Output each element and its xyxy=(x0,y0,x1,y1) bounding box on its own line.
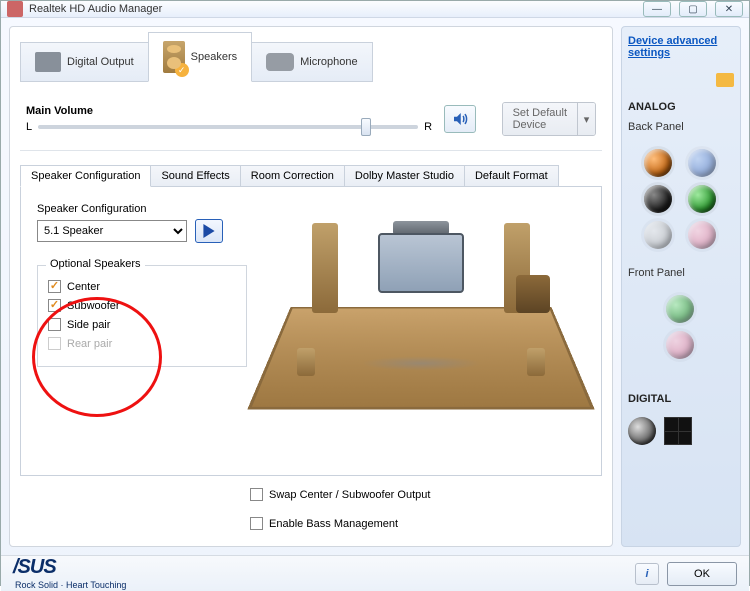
checkbox[interactable] xyxy=(48,299,61,312)
under-illustration-checks: Swap Center / Subwoofer Output Enable Ba… xyxy=(250,482,602,536)
window-body: Digital Output ✓ Speakers Microphone Mai… xyxy=(1,18,749,555)
check-label: Enable Bass Management xyxy=(269,518,398,530)
subtab-room-correction[interactable]: Room Correction xyxy=(240,165,345,187)
check-label: Side pair xyxy=(67,319,110,331)
jack-side[interactable] xyxy=(644,221,672,249)
back-panel-jacks xyxy=(628,149,734,249)
check-label: Center xyxy=(67,281,100,293)
play-icon xyxy=(202,224,216,238)
check-label: Swap Center / Subwoofer Output xyxy=(269,489,430,501)
check-bass-management[interactable]: Enable Bass Management xyxy=(250,517,602,530)
jack-front-mic[interactable] xyxy=(666,331,694,359)
front-left-speaker-icon[interactable] xyxy=(312,223,338,313)
info-button[interactable]: i xyxy=(635,563,659,585)
minimize-button[interactable]: — xyxy=(643,1,671,17)
set-default-label: Set Default Device xyxy=(503,103,577,135)
window-title: Realtek HD Audio Manager xyxy=(29,3,162,15)
jack-front-hp[interactable] xyxy=(666,295,694,323)
tab-speakers[interactable]: ✓ Speakers xyxy=(148,32,252,82)
speaker-layout-illustration xyxy=(257,203,585,459)
test-play-button[interactable] xyxy=(195,219,223,243)
jack-rear[interactable] xyxy=(644,185,672,213)
close-button[interactable]: ✕ xyxy=(715,1,743,17)
check-swap-center-sub[interactable]: Swap Center / Subwoofer Output xyxy=(250,488,602,501)
folder-icon[interactable] xyxy=(716,73,734,87)
checkbox[interactable] xyxy=(250,488,263,501)
front-panel-label: Front Panel xyxy=(628,267,734,279)
jack-center-sub[interactable] xyxy=(644,149,672,177)
R-label: R xyxy=(424,121,432,133)
asus-tagline: Rock Solid · Heart Touching xyxy=(15,580,126,590)
back-panel-label: Back Panel xyxy=(628,121,734,133)
main-volume-label: Main Volume xyxy=(26,105,432,117)
subtab-sound-effects[interactable]: Sound Effects xyxy=(150,165,240,187)
front-panel-jacks xyxy=(628,295,734,359)
optional-speakers-group: Optional Speakers Center Subwoofer Side … xyxy=(37,265,247,367)
config-column: Speaker Configuration 5.1 Speaker Option… xyxy=(37,203,247,459)
tab-label: Digital Output xyxy=(67,56,134,68)
connector-panel: Device advanced settings ANALOG Back Pan… xyxy=(621,26,741,547)
titlebar: Realtek HD Audio Manager — ▢ ✕ xyxy=(1,1,749,18)
asus-logo: /SUS xyxy=(13,556,56,578)
check-rear-pair: Rear pair xyxy=(48,337,236,350)
speaker-config-label: Speaker Configuration xyxy=(37,203,247,215)
tab-label: Speakers xyxy=(191,51,237,63)
window-controls: — ▢ ✕ xyxy=(643,1,743,17)
jack-mic[interactable] xyxy=(688,221,716,249)
digital-label: DIGITAL xyxy=(628,393,734,405)
jack-line-in[interactable] xyxy=(688,149,716,177)
speaker-config-select[interactable]: 5.1 Speaker xyxy=(37,220,187,242)
jack-front[interactable] xyxy=(688,185,716,213)
slider-thumb[interactable] xyxy=(361,118,371,136)
check-label: Rear pair xyxy=(67,338,112,350)
check-center[interactable]: Center xyxy=(48,280,236,293)
analog-label: ANALOG xyxy=(628,101,734,113)
optional-speakers-legend: Optional Speakers xyxy=(46,258,145,270)
side-left-speaker-icon[interactable] xyxy=(297,348,315,376)
check-label: Subwoofer xyxy=(67,300,120,312)
checkbox[interactable] xyxy=(48,280,61,293)
app-window: Realtek HD Audio Manager — ▢ ✕ Digital O… xyxy=(0,0,750,586)
maximize-button[interactable]: ▢ xyxy=(679,1,707,17)
speaker-icon xyxy=(7,1,23,17)
side-right-speaker-icon[interactable] xyxy=(527,348,545,376)
mute-button[interactable] xyxy=(444,105,476,133)
digital-connectors xyxy=(628,417,734,445)
tab-microphone[interactable]: Microphone xyxy=(251,42,372,82)
speaker-config-panel: Speaker Configuration 5.1 Speaker Option… xyxy=(20,186,602,476)
chevron-down-icon[interactable]: ▾ xyxy=(577,103,595,135)
L-label: L xyxy=(26,121,32,133)
device-tabs: Digital Output ✓ Speakers Microphone xyxy=(20,26,602,82)
device-advanced-settings-link[interactable]: Device advanced settings xyxy=(628,35,734,59)
tab-label: Microphone xyxy=(300,56,357,68)
tab-digital-output[interactable]: Digital Output xyxy=(20,42,149,82)
check-side-pair[interactable]: Side pair xyxy=(48,318,236,331)
checkbox[interactable] xyxy=(48,318,61,331)
main-panel: Digital Output ✓ Speakers Microphone Mai… xyxy=(9,26,613,547)
check-subwoofer[interactable]: Subwoofer xyxy=(48,299,236,312)
sound-icon xyxy=(451,110,469,128)
sub-tabs: Speaker Configuration Sound Effects Room… xyxy=(20,165,602,187)
subtab-speaker-config[interactable]: Speaker Configuration xyxy=(20,165,151,187)
subwoofer-icon[interactable] xyxy=(516,275,550,313)
optical-out-icon[interactable] xyxy=(628,417,656,445)
main-volume-slider[interactable]: L R xyxy=(26,121,432,133)
main-volume-row: Main Volume L R Set Default Device ▾ xyxy=(20,102,602,151)
amplifier-icon xyxy=(35,52,61,72)
slider-track[interactable] xyxy=(38,125,418,129)
speakers-icon: ✓ xyxy=(163,41,185,73)
ok-button[interactable]: OK xyxy=(667,562,737,586)
hdmi-out-icon[interactable] xyxy=(664,417,692,445)
tv-icon xyxy=(378,233,464,293)
checkbox xyxy=(48,337,61,350)
default-check-badge: ✓ xyxy=(175,63,189,77)
microphone-icon xyxy=(266,53,294,71)
set-default-device[interactable]: Set Default Device ▾ xyxy=(502,102,596,136)
subtab-dolby[interactable]: Dolby Master Studio xyxy=(344,165,465,187)
subtab-default-format[interactable]: Default Format xyxy=(464,165,559,187)
checkbox[interactable] xyxy=(250,517,263,530)
